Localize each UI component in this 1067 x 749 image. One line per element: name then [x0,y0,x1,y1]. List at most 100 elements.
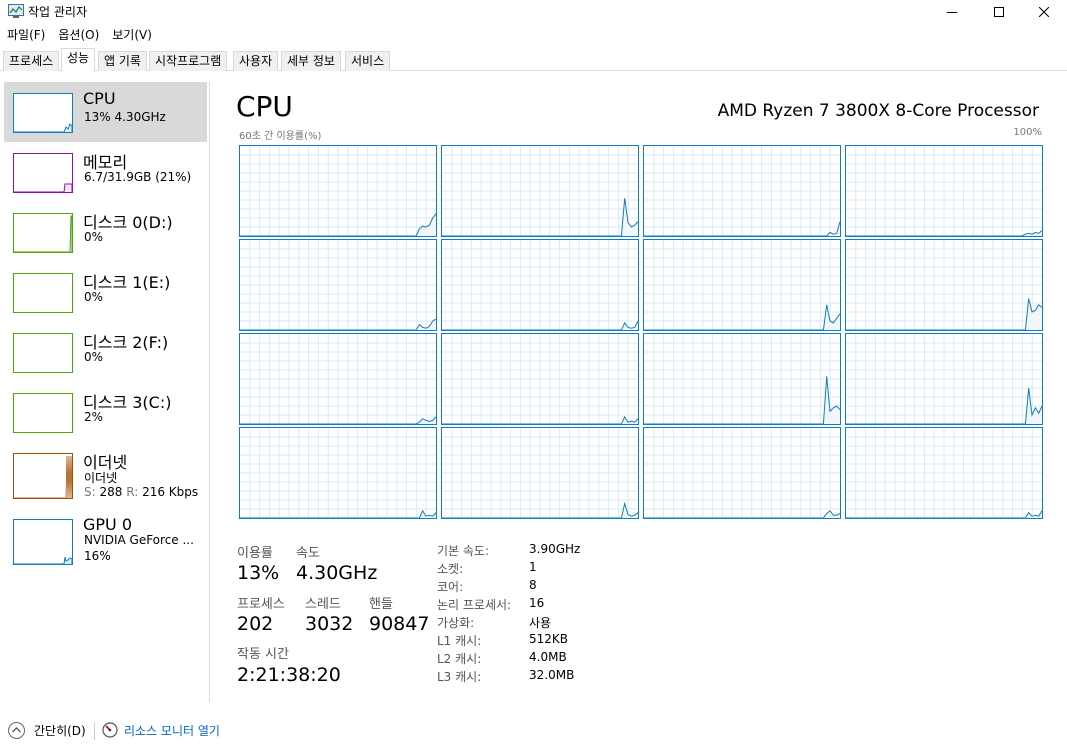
cores-label: 코어: [437,580,464,594]
core-graph [845,427,1043,519]
core-graph [239,145,437,237]
gpu-thumbnail-graph [13,519,73,565]
core-graph [441,427,639,519]
tab-users[interactable]: 사용자 [233,51,279,71]
tab-details[interactable]: 세부 정보 [281,51,341,71]
core-graph [441,333,639,425]
sidebar-item-cpu[interactable]: CPU 13% 4.30GHz [4,82,207,142]
core-graph [441,145,639,237]
sidebar-item-disk-1[interactable]: 디스크 1(E:) 0% [4,262,207,322]
usage-value: 13% [237,562,280,584]
core-graph [239,333,437,425]
maximize-icon [994,7,1004,17]
sidebar-item-adapter: 이더넷 [84,471,118,485]
tab-startup[interactable]: 시작프로그램 [149,51,228,71]
sidebar-item-disk-0[interactable]: 디스크 0(D:) 0% [4,202,207,262]
uptime-value: 2:21:38:20 [237,664,341,686]
chevron-up-icon[interactable] [8,722,25,739]
maximize-button[interactable] [976,0,1022,24]
menu-view[interactable]: 보기(V) [105,26,158,43]
handles-value: 90847 [369,613,430,635]
window-title: 작업 관리자 [28,5,88,19]
core-graph-plot [644,146,840,236]
sidebar-item-gpu-model: NVIDIA GeForce ... [84,533,194,547]
core-graph-plot [240,428,436,518]
core-graph [643,145,841,237]
core-graph-plot [644,334,840,424]
sidebar-item-ethernet[interactable]: 이더넷 이더넷 S: 288 R: 216 Kbps [4,442,207,508]
l3-cache-value: 32.0MB [529,668,575,682]
cpu-thumbnail-graph [13,93,73,133]
minimize-icon [947,12,957,13]
minimize-button[interactable] [929,0,975,24]
task-manager-icon [8,4,24,18]
core-graph-plot [846,240,1042,330]
close-button[interactable] [1021,0,1067,24]
sidebar-item-value: 2% [84,410,104,424]
cores-value: 8 [529,578,537,592]
l1-cache-label: L1 캐시: [437,634,482,648]
uptime-label: 작동 시간 [237,647,289,662]
menu-bar: 파일(F) 옵션(O) 보기(V) [0,24,1067,45]
processes-value: 202 [237,613,274,635]
tab-bar: 프로세스 성능 앱 기록 시작프로그램 사용자 세부 정보 서비스 [0,45,1067,72]
tab-services[interactable]: 서비스 [345,51,391,71]
menu-file[interactable]: 파일(F) [0,26,51,43]
core-graph-plot [240,240,436,330]
core-graph [643,427,841,519]
sidebar-item-disk-3[interactable]: 디스크 3(C:) 2% [4,382,207,442]
sidebar-item-memory[interactable]: 메모리 6.7/31.9GB (21%) [4,142,207,202]
threads-value: 3032 [305,613,354,635]
fewer-details-button[interactable]: 간단히(D) [34,722,86,739]
core-graph-plot [442,334,638,424]
core-graph [845,145,1043,237]
sidebar-item-value: 16% [84,549,111,563]
disk-thumbnail-graph [13,213,73,253]
core-graph [845,333,1043,425]
core-graph [845,239,1043,331]
tab-processes[interactable]: 프로세스 [3,51,60,71]
sidebar-item-gpu[interactable]: GPU 0 NVIDIA GeForce ... 16% [4,508,207,574]
core-graph-plot [442,146,638,236]
sidebar-item-value: 0% [84,350,104,364]
base-speed-label: 기본 속도: [437,544,490,558]
resource-monitor-icon[interactable] [102,722,118,738]
sidebar-item-value: 13% 4.30GHz [84,110,166,124]
logical-processors-label: 논리 프로세서: [437,598,512,612]
core-graph [643,333,841,425]
core-graph-plot [846,146,1042,236]
disk-thumbnail-graph [13,393,73,433]
sockets-label: 소켓: [437,562,464,576]
sidebar-item-value: 0% [84,230,104,244]
processes-label: 프로세스 [237,597,285,612]
processor-name: AMD Ryzen 7 3800X 8-Core Processor [717,101,1039,121]
disk-thumbnail-graph [13,333,73,373]
core-graph [441,239,639,331]
menu-options[interactable]: 옵션(O) [51,26,105,43]
disk-thumbnail-graph [13,273,73,313]
core-graph-plot [442,428,638,518]
logical-processors-value: 16 [529,596,545,610]
core-graph-plot [240,146,436,236]
l2-cache-value: 4.0MB [529,650,567,664]
tab-app-history[interactable]: 앱 기록 [98,51,147,71]
graph-axis-label: 60초 간 이용률(%) [239,131,322,142]
open-resource-monitor-link[interactable]: 리소스 모니터 열기 [124,722,220,739]
core-graph [643,239,841,331]
l3-cache-label: L3 캐시: [437,670,482,684]
l1-cache-value: 512KB [529,632,569,646]
tab-performance[interactable]: 성능 [61,48,96,72]
sidebar-item-disk-2[interactable]: 디스크 2(F:) 0% [4,322,207,382]
sidebar-item-value: 0% [84,290,104,304]
base-speed-value: 3.90GHz [529,542,581,556]
close-icon [1039,7,1049,17]
sidebar-item-label: GPU 0 [83,515,133,534]
core-graph-plot [644,240,840,330]
core-graph-plot [644,428,840,518]
core-graph-plot [240,334,436,424]
speed-value: 4.30GHz [296,562,378,584]
sidebar-item-label: CPU [83,89,116,108]
graph-axis-max: 100% [1013,127,1042,138]
core-graph-plot [846,334,1042,424]
footer-bar: 간단히(D) 리소스 모니터 열기 [0,712,1067,749]
